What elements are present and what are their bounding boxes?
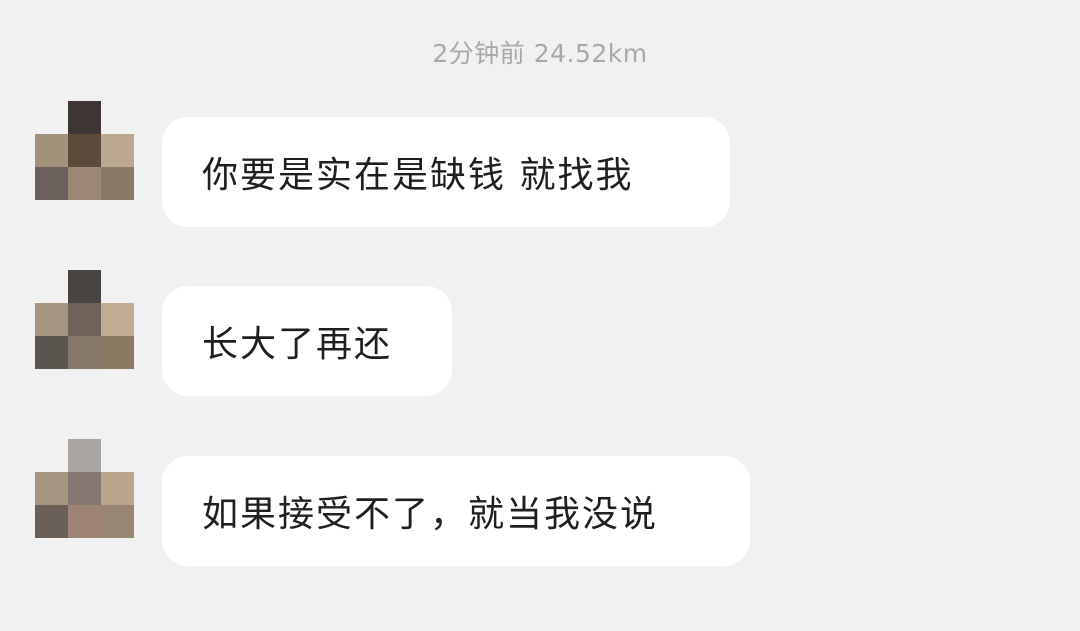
avatar-mosaic-block: [68, 472, 101, 505]
sender-avatar[interactable]: [35, 439, 134, 538]
sender-avatar[interactable]: [35, 101, 134, 200]
avatar-mosaic-block: [101, 167, 134, 200]
avatar-mosaic-block: [101, 303, 134, 336]
avatar-mosaic-block: [68, 439, 101, 472]
avatar-mosaic-block: [35, 505, 68, 538]
avatar-mosaic-block: [68, 270, 101, 303]
avatar-mosaic-block: [101, 472, 134, 505]
avatar-mosaic-block: [101, 505, 134, 538]
message-bubble[interactable]: 你要是实在是缺钱 就找我: [162, 117, 730, 227]
avatar-mosaic-block: [68, 336, 101, 369]
avatar-mosaic-block: [35, 336, 68, 369]
avatar-mosaic-block: [35, 134, 68, 167]
avatar-mosaic-block: [101, 336, 134, 369]
message-timestamp: 2分钟前 24.52km: [432, 39, 648, 68]
avatar-mosaic-block: [101, 134, 134, 167]
message-bubble[interactable]: 如果接受不了，就当我没说: [162, 456, 750, 566]
message-bubble[interactable]: 长大了再还: [162, 286, 452, 396]
avatar-mosaic-block: [35, 167, 68, 200]
avatar-mosaic-block: [68, 303, 101, 336]
sender-avatar[interactable]: [35, 270, 134, 369]
avatar-mosaic-block: [68, 167, 101, 200]
avatar-mosaic-block: [68, 505, 101, 538]
avatar-mosaic-block: [68, 134, 101, 167]
avatar-mosaic-block: [35, 472, 68, 505]
avatar-mosaic-block: [35, 303, 68, 336]
avatar-mosaic-block: [68, 101, 101, 134]
